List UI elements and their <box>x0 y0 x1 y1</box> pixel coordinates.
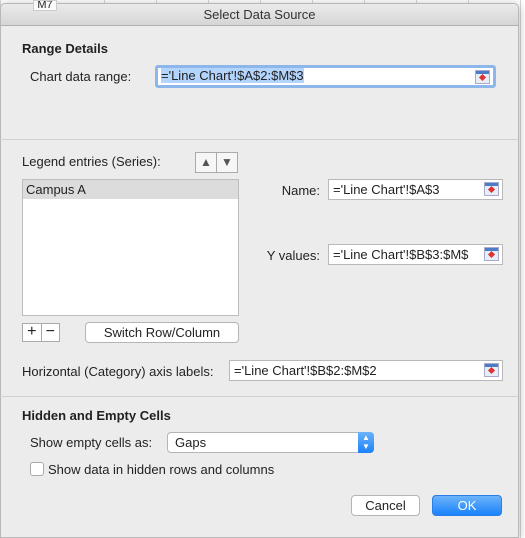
remove-series-button[interactable]: − <box>40 324 60 341</box>
legend-entries-label: Legend entries (Series): <box>22 154 161 169</box>
range-picker-icon[interactable] <box>475 70 490 84</box>
axis-labels-input[interactable]: ='Line Chart'!$B$2:$M$2 <box>229 360 503 381</box>
ok-button[interactable]: OK <box>432 495 502 516</box>
series-order-buttons: ▲ ▼ <box>195 152 238 173</box>
arrow-down-icon[interactable]: ▼ <box>216 153 237 172</box>
y-values-label: Y values: <box>266 248 320 263</box>
series-list[interactable]: Campus A <box>22 179 239 316</box>
show-hidden-data-label: Show data in hidden rows and columns <box>48 462 275 477</box>
cell-tooltip: M7 <box>33 0 57 11</box>
empty-cells-select[interactable]: Gaps ▲ ▼ <box>167 432 374 453</box>
switch-row-column-button[interactable]: Switch Row/Column <box>85 322 239 343</box>
divider <box>0 396 518 397</box>
chart-data-range-label: Chart data range: <box>30 69 132 84</box>
series-name-input[interactable]: ='Line Chart'!$A$3 <box>328 179 503 200</box>
axis-labels-label: Horizontal (Category) axis labels: <box>22 364 214 379</box>
empty-cells-label: Show empty cells as: <box>30 435 153 450</box>
name-label: Name: <box>281 183 320 198</box>
dialog-title: Select Data Source <box>1 4 518 26</box>
arrow-up-icon[interactable]: ▲ <box>196 153 216 172</box>
range-picker-icon[interactable] <box>484 247 499 261</box>
add-remove-series: + − <box>22 323 60 342</box>
y-values-input[interactable]: ='Line Chart'!$B$3:$M$ <box>328 244 503 265</box>
show-hidden-data-checkbox[interactable] <box>30 462 44 476</box>
add-series-button[interactable]: + <box>23 324 41 341</box>
range-picker-icon[interactable] <box>484 363 499 377</box>
divider <box>0 139 518 140</box>
hidden-empty-heading: Hidden and Empty Cells <box>22 408 171 423</box>
chevron-updown-icon: ▲ ▼ <box>358 432 374 453</box>
cancel-button[interactable]: Cancel <box>351 495 420 516</box>
range-picker-icon[interactable] <box>484 182 499 196</box>
chart-data-range-input[interactable]: ='Line Chart'!$A$2:$M$3 <box>155 65 496 88</box>
range-details-heading: Range Details <box>22 41 108 56</box>
list-item[interactable]: Campus A <box>23 180 238 199</box>
